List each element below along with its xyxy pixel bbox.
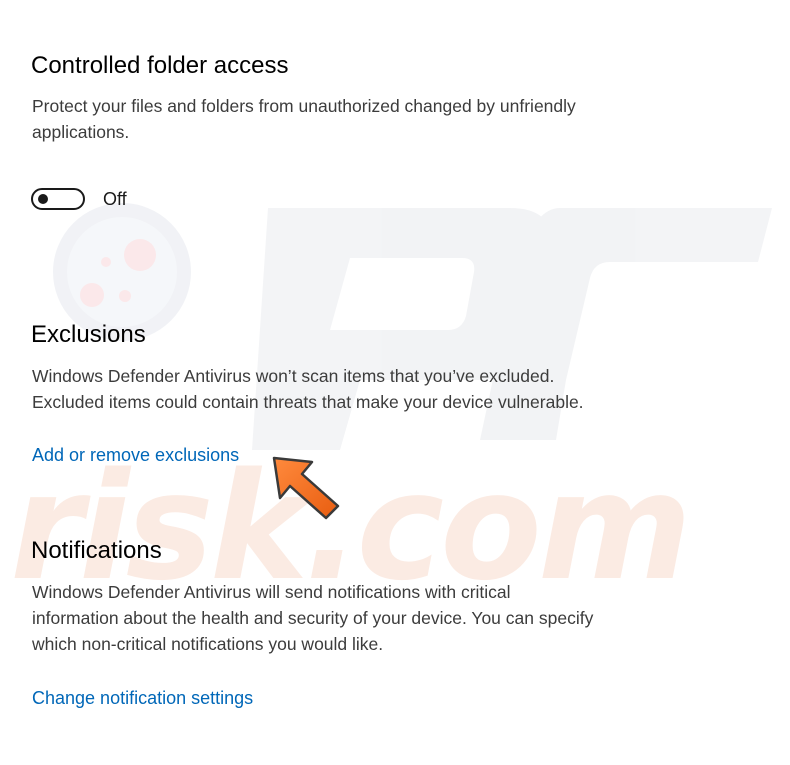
controlled-folder-access-toggle[interactable] [31, 188, 85, 210]
settings-page: Controlled folder access Protect your fi… [0, 0, 790, 765]
orange-pointer-arrow-icon [272, 456, 340, 520]
toggle-knob [38, 194, 48, 204]
change-notification-settings-link[interactable]: Change notification settings [32, 686, 253, 710]
exclusions-heading: Exclusions [31, 321, 146, 348]
toggle-state-label: Off [103, 189, 127, 209]
description-line: information about the health and securit… [32, 608, 594, 628]
description-line: Windows Defender Antivirus won’t scan it… [32, 366, 555, 386]
description-line: applications. [32, 122, 130, 142]
add-or-remove-exclusions-link[interactable]: Add or remove exclusions [32, 443, 239, 467]
exclusions-description: Windows Defender Antivirus won’t scan it… [32, 363, 584, 415]
notifications-heading: Notifications [31, 537, 162, 564]
controlled-folder-access-toggle-row: Off [31, 185, 127, 213]
description-line: Protect your files and folders from unau… [32, 96, 576, 116]
controlled-folder-access-description: Protect your files and folders from unau… [32, 93, 576, 145]
description-line: Excluded items could contain threats tha… [32, 392, 584, 412]
notifications-description: Windows Defender Antivirus will send not… [32, 579, 593, 657]
controlled-folder-access-heading: Controlled folder access [31, 52, 289, 79]
description-line: Windows Defender Antivirus will send not… [32, 582, 511, 602]
description-line: which non-critical notifications you wou… [32, 634, 384, 654]
